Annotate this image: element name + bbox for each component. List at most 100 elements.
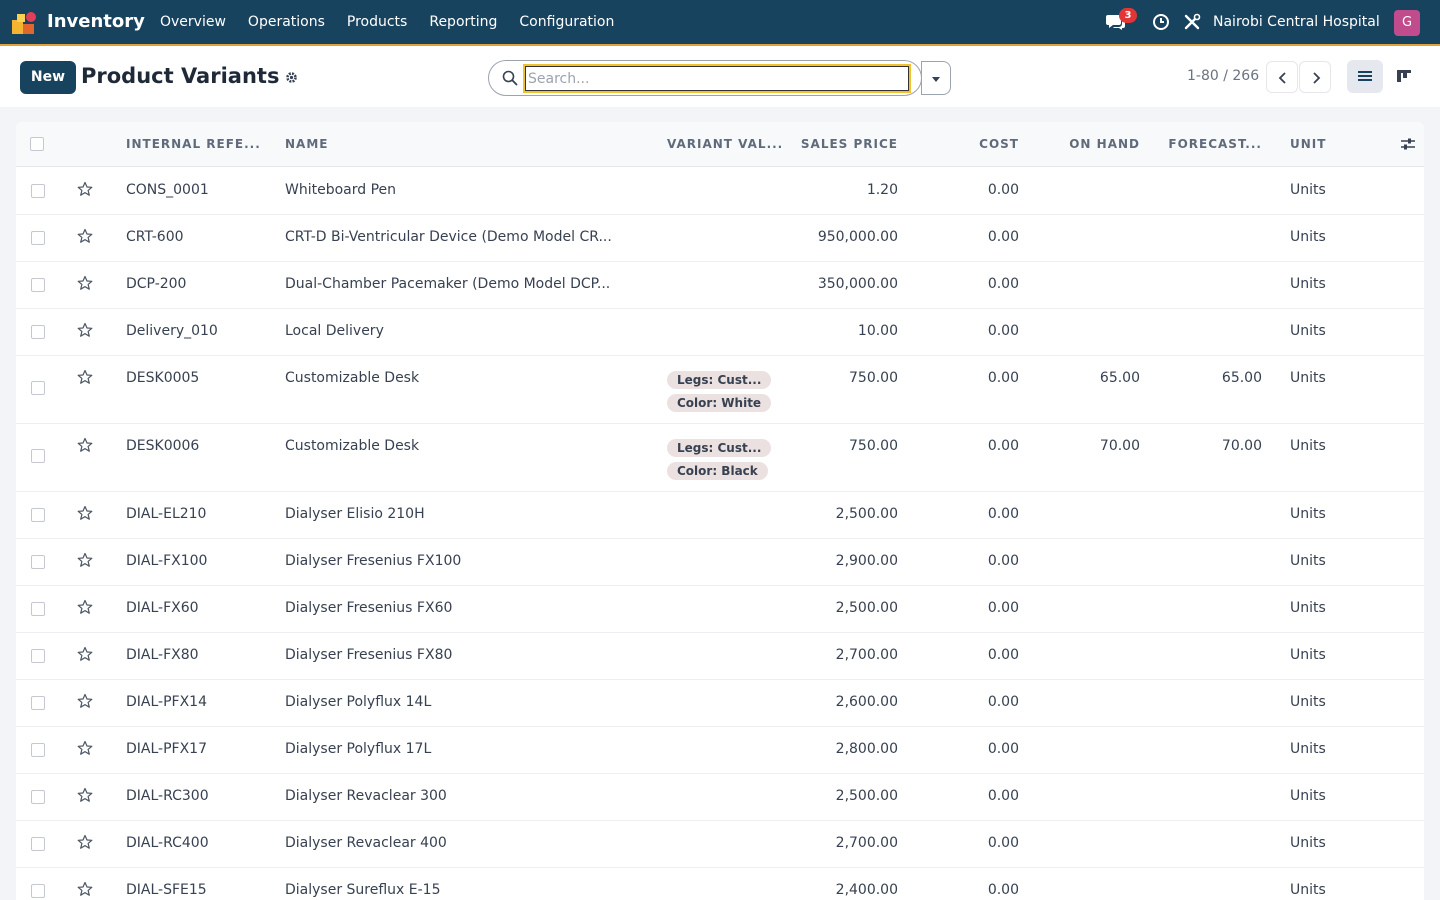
kanban-view-icon bbox=[1397, 70, 1411, 82]
cell-name: Dialyser Fresenius FX80 bbox=[285, 647, 453, 663]
inventory-app-icon[interactable] bbox=[12, 10, 38, 34]
cell-sales-price: 1.20 bbox=[866, 182, 898, 198]
star-icon[interactable] bbox=[77, 369, 93, 385]
pager-next-button[interactable] bbox=[1299, 61, 1331, 93]
row-checkbox[interactable] bbox=[31, 325, 45, 339]
column-header-internal-reference[interactable]: INTERNAL REFE... bbox=[126, 137, 261, 151]
cell-internal-reference: DIAL-RC400 bbox=[126, 835, 209, 851]
star-icon[interactable] bbox=[77, 834, 93, 850]
variant-value-tag: Legs: Cust... bbox=[667, 371, 772, 389]
row-checkbox[interactable] bbox=[31, 743, 45, 757]
table-row[interactable]: DCP-200 Dual-Chamber Pacemaker (Demo Mode… bbox=[16, 262, 1424, 309]
cell-internal-reference: DIAL-PFX14 bbox=[126, 694, 207, 710]
table-row[interactable]: CONS_0001 Whiteboard Pen 1.20 0.00 Units bbox=[16, 168, 1424, 215]
cell-cost: 0.00 bbox=[987, 694, 1019, 710]
list-view-button[interactable] bbox=[1347, 60, 1383, 93]
pager-value[interactable]: 1-80 / 266 bbox=[1187, 68, 1259, 84]
star-icon[interactable] bbox=[77, 599, 93, 615]
column-header-forecasted[interactable]: FORECAST... bbox=[1168, 137, 1262, 151]
row-checkbox[interactable] bbox=[31, 837, 45, 851]
menu-item-operations[interactable]: Operations bbox=[248, 14, 325, 30]
column-header-variant-values[interactable]: VARIANT VAL... bbox=[667, 137, 783, 151]
row-checkbox[interactable] bbox=[31, 278, 45, 292]
new-button[interactable]: New bbox=[20, 61, 76, 94]
top-navbar: Inventory Overview Operations Products R… bbox=[0, 0, 1440, 46]
star-icon[interactable] bbox=[77, 181, 93, 197]
column-header-on-hand[interactable]: ON HAND bbox=[1069, 137, 1140, 151]
row-checkbox[interactable] bbox=[31, 602, 45, 616]
star-icon[interactable] bbox=[77, 881, 93, 897]
star-icon[interactable] bbox=[77, 740, 93, 756]
menu-item-products[interactable]: Products bbox=[347, 14, 407, 30]
cell-internal-reference: Delivery_010 bbox=[126, 323, 218, 339]
user-avatar[interactable]: G bbox=[1394, 10, 1420, 36]
row-checkbox[interactable] bbox=[31, 555, 45, 569]
cell-unit: Units bbox=[1290, 882, 1326, 898]
column-settings-icon[interactable] bbox=[1400, 136, 1416, 152]
row-checkbox[interactable] bbox=[31, 790, 45, 804]
cell-internal-reference: DIAL-FX60 bbox=[126, 600, 199, 616]
menu-item-reporting[interactable]: Reporting bbox=[429, 14, 497, 30]
star-icon[interactable] bbox=[77, 552, 93, 568]
cell-name: Dialyser Revaclear 300 bbox=[285, 788, 447, 804]
row-checkbox[interactable] bbox=[31, 696, 45, 710]
clock-icon[interactable] bbox=[1152, 13, 1170, 31]
cell-sales-price: 950,000.00 bbox=[817, 229, 898, 245]
table-row[interactable]: DIAL-PFX17 Dialyser Polyflux 17L 2,800.00 0… bbox=[16, 727, 1424, 774]
app-name[interactable]: Inventory bbox=[47, 11, 145, 32]
kanban-view-button[interactable] bbox=[1386, 60, 1422, 93]
row-checkbox[interactable] bbox=[31, 449, 45, 463]
star-icon[interactable] bbox=[77, 437, 93, 453]
table-row[interactable]: CRT-600 CRT-D Bi-Ventricular Device (Demo… bbox=[16, 215, 1424, 262]
star-icon[interactable] bbox=[77, 787, 93, 803]
cell-sales-price: 2,700.00 bbox=[835, 647, 898, 663]
company-switcher[interactable]: Nairobi Central Hospital bbox=[1213, 14, 1380, 30]
table-row[interactable]: DIAL-EL210 Dialyser Elisio 210H 2,500.00 0.… bbox=[16, 492, 1424, 539]
star-icon[interactable] bbox=[77, 322, 93, 338]
star-icon[interactable] bbox=[77, 646, 93, 662]
table-row[interactable]: DESK0005 Customizable Desk Legs: Cust... Co… bbox=[16, 356, 1424, 424]
row-checkbox[interactable] bbox=[31, 231, 45, 245]
table-row[interactable]: DIAL-FX80 Dialyser Fresenius FX80 2,700.00… bbox=[16, 633, 1424, 680]
row-checkbox[interactable] bbox=[31, 381, 45, 395]
select-all-checkbox[interactable] bbox=[30, 137, 44, 151]
star-icon[interactable] bbox=[77, 275, 93, 291]
column-header-name[interactable]: NAME bbox=[285, 137, 328, 151]
pager-previous-button[interactable] bbox=[1266, 61, 1298, 93]
cell-cost: 0.00 bbox=[987, 276, 1019, 292]
cell-cost: 0.00 bbox=[987, 788, 1019, 804]
table-row[interactable]: Delivery_010 Local Delivery 10.00 0.00 Units bbox=[16, 309, 1424, 356]
cell-forecasted: 70.00 bbox=[1221, 438, 1262, 454]
star-icon[interactable] bbox=[77, 228, 93, 244]
table-row[interactable]: DIAL-RC400 Dialyser Revaclear 400 2,700.00… bbox=[16, 821, 1424, 868]
search-options-toggle[interactable] bbox=[921, 61, 951, 95]
table-row[interactable]: DIAL-FX60 Dialyser Fresenius FX60 2,500.00… bbox=[16, 586, 1424, 633]
table-row[interactable]: DESK0006 Customizable Desk Legs: Cust... Co… bbox=[16, 424, 1424, 492]
cell-cost: 0.00 bbox=[987, 835, 1019, 851]
cell-internal-reference: DIAL-PFX17 bbox=[126, 741, 207, 757]
table-row[interactable]: DIAL-RC300 Dialyser Revaclear 300 2,500.00… bbox=[16, 774, 1424, 821]
table-row[interactable]: DIAL-PFX14 Dialyser Polyflux 14L 2,600.00 0… bbox=[16, 680, 1424, 727]
star-icon[interactable] bbox=[77, 693, 93, 709]
menu-item-configuration[interactable]: Configuration bbox=[519, 14, 614, 30]
menu-item-overview[interactable]: Overview bbox=[160, 14, 226, 30]
row-checkbox[interactable] bbox=[31, 184, 45, 198]
gear-icon[interactable] bbox=[285, 71, 298, 84]
tools-icon[interactable] bbox=[1183, 13, 1201, 31]
row-checkbox[interactable] bbox=[31, 508, 45, 522]
star-icon[interactable] bbox=[77, 505, 93, 521]
cell-internal-reference: DESK0005 bbox=[126, 370, 200, 386]
column-header-sales-price[interactable]: SALES PRICE bbox=[801, 137, 898, 151]
cell-sales-price: 2,600.00 bbox=[835, 694, 898, 710]
cell-unit: Units bbox=[1290, 506, 1326, 522]
table-row[interactable]: DIAL-FX100 Dialyser Fresenius FX100 2,900.… bbox=[16, 539, 1424, 586]
cell-name: Dual-Chamber Pacemaker (Demo Model DCP..… bbox=[285, 276, 611, 292]
cell-name: Whiteboard Pen bbox=[285, 182, 397, 198]
row-checkbox[interactable] bbox=[31, 884, 45, 898]
table-row[interactable]: DIAL-SFE15 Dialyser Sureflux E-15 2,400.00… bbox=[16, 868, 1424, 900]
search-input[interactable] bbox=[523, 64, 911, 93]
cell-cost: 0.00 bbox=[987, 323, 1019, 339]
column-header-unit[interactable]: UNIT bbox=[1290, 137, 1326, 151]
column-header-cost[interactable]: COST bbox=[979, 137, 1019, 151]
row-checkbox[interactable] bbox=[31, 649, 45, 663]
